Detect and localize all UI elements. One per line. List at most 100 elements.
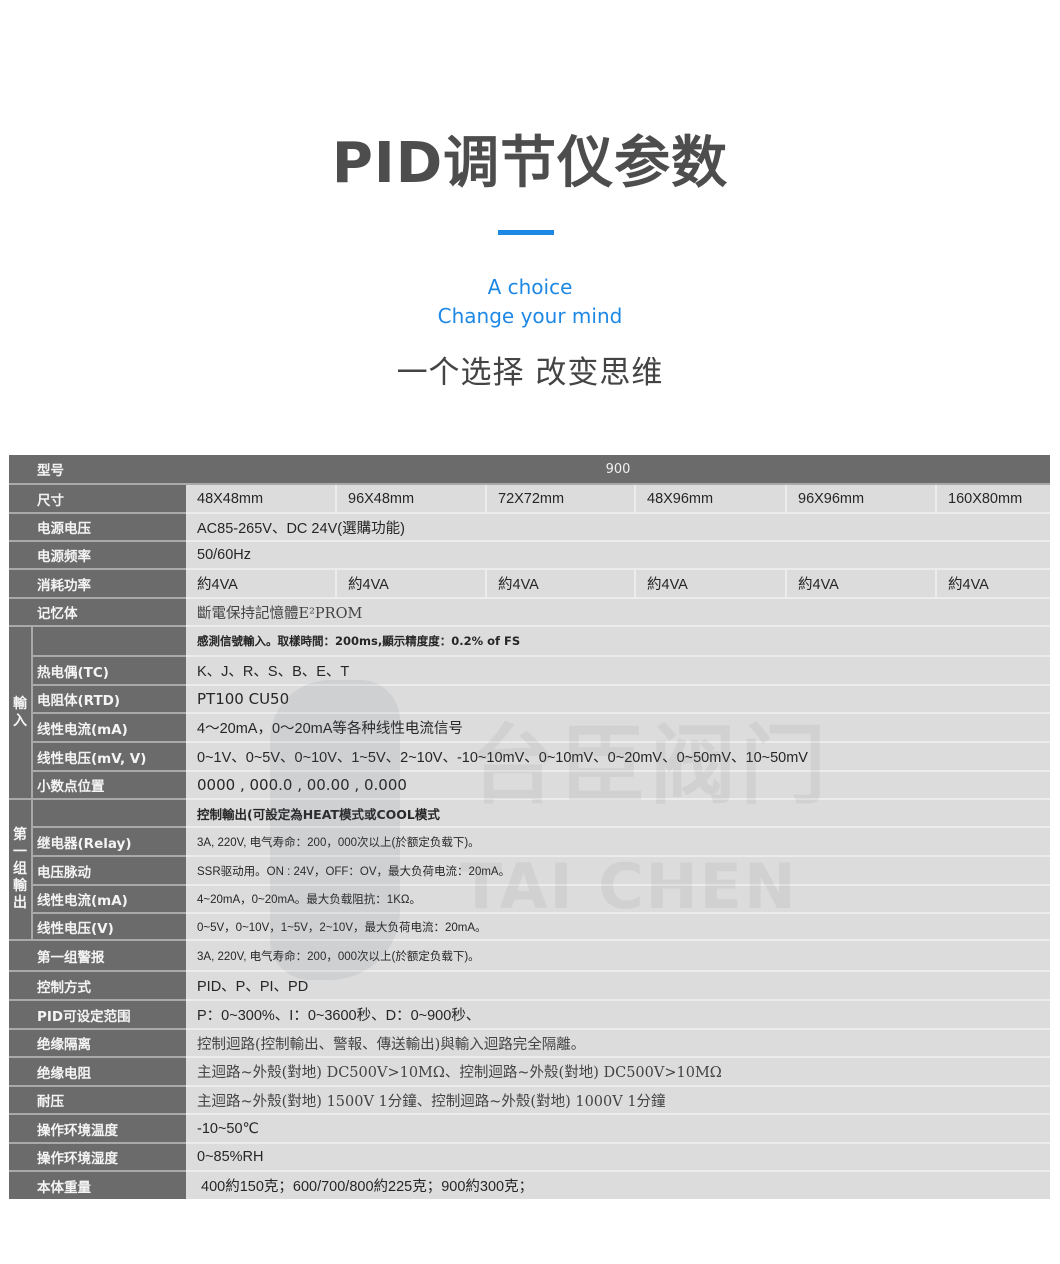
table-row-output: 电压脉动 SSR驱动用。ON : 24V，OFF：OV，最大负荷电流：20mA。 (9, 857, 1050, 886)
row-label: 尺寸 (9, 485, 186, 514)
table-row-input: 线性电流(mA) 4～20mA，0～20mA等各种线性电流信号 (9, 714, 1050, 743)
row-value: 4～20mA，0～20mA等各种线性电流信号 (186, 714, 1050, 743)
consumption-cell: 約4VA (948, 577, 989, 593)
row-label: 线性电压(mV, V) (33, 743, 186, 772)
row-value: 感測信號輸入。取樣時間：200ms,顯示精度度：0.2% of FS (186, 627, 1050, 657)
subtitle-en-line2: Change your mind (437, 304, 623, 328)
row-value: P：0~300%、I：0~3600秒、D：0~900秒、 (186, 1001, 1050, 1030)
value-text: PT100 CU50 (197, 690, 290, 708)
model-value: 900 (186, 455, 1050, 485)
value-text: PID、P、PI、PD (197, 979, 309, 995)
row-label: 型号 (9, 455, 186, 485)
size-cell: 96X48mm (337, 485, 487, 512)
value-text: 主迴路~外殼(對地) 1500V 1分鐘、控制迴路~外殼(對地) 1000V 1… (197, 1093, 666, 1110)
table-row-power-frequency: 电源频率 50/60Hz (9, 542, 1050, 570)
consumption-cell: 約4VA (787, 570, 937, 597)
table-row-weight: 本体重量 400約150克；600/700/800約225克；900約300克； (9, 1172, 1050, 1199)
table-row-insulation-resistance: 绝缘电阻 主迴路~外殼(對地) DC500V>10MΩ、控制迴路~外殼(對地) … (9, 1058, 1050, 1087)
value-text: 主迴路~外殼(對地) DC500V>10MΩ、控制迴路~外殼(對地) DC500… (197, 1065, 722, 1081)
subtitle-cn: 一个选择 改变思维 (396, 355, 664, 391)
row-value: 0~1V、0~5V、0~10V、1~5V、2~10V、-10~10mV、0~10… (186, 743, 1050, 772)
table-row-power-consumption: 消耗功率 約4VA 約4VA 約4VA 約4VA 約4VA 約4VA (9, 570, 1050, 599)
table-row-memory: 记忆体 斷電保持記憶體E²PROM (9, 599, 1050, 627)
consumption-cell: 約4VA (636, 570, 787, 597)
value-text: 0~85%RH (197, 1149, 264, 1165)
row-value: 400約150克；600/700/800約225克；900約300克； (186, 1172, 1050, 1199)
row-label-empty (33, 627, 186, 657)
table-row-operating-humidity: 操作环境湿度 0~85%RH (9, 1144, 1050, 1172)
row-value: 3A, 220V, 电气寿命：200，000次以上(於额定负载下)。 (186, 828, 1050, 857)
table-row-input: 热电偶(TC) K、J、R、S、B、E、T (9, 657, 1050, 686)
spec-table: 型号 900 尺寸 48X48mm 96X48mm 72X72mm 48X96m… (9, 455, 1050, 1199)
value-text: AC85-265V、DC 24V(選購功能) (197, 520, 405, 537)
consumption-cell: 約4VA (186, 570, 337, 597)
row-value: AC85-265V、DC 24V(選購功能) (186, 514, 1050, 542)
row-value: 主迴路~外殼(對地) DC500V>10MΩ、控制迴路~外殼(對地) DC500… (186, 1058, 1050, 1087)
row-value: SSR驱动用。ON : 24V，OFF：OV，最大负荷电流：20mA。 (186, 857, 1050, 886)
table-row-output-intro: 控制輸出(可設定為HEAT模式或COOL模式 (9, 800, 1050, 828)
table-row-pid-range: PID可设定范围 P：0~300%、I：0~3600秒、D：0~900秒、 (9, 1001, 1050, 1030)
value-text: 控制輸出(可設定為HEAT模式或COOL模式 (197, 806, 440, 822)
row-label: 电阻体(RTD) (33, 686, 186, 714)
row-value: 控制輸出(可設定為HEAT模式或COOL模式 (186, 800, 1050, 828)
accent-divider (498, 230, 554, 235)
row-values: 約4VA 約4VA 約4VA 約4VA 約4VA 約4VA (186, 570, 1050, 599)
row-value: PT100 CU50 (186, 686, 1050, 714)
row-label: 线性电流(mA) (33, 714, 186, 743)
size-cell: 96X96mm (787, 485, 937, 512)
value-text: 斷電保持記憶體E²PROM (197, 605, 363, 622)
value-text: 0~5V，0~10V，1~5V，2~10V，最大负荷电流：20mA。 (197, 921, 487, 934)
consumption-cell: 約4VA (337, 570, 487, 597)
page-title: PID调节仪参数 (331, 131, 729, 196)
row-label: 电源频率 (9, 542, 186, 570)
consumption-cell: 約4VA (487, 570, 636, 597)
table-row-input: 小数点位置 0000 , 000.0 , 00.00 , 0.000 (9, 772, 1050, 800)
table-row-input: 线性电压(mV, V) 0~1V、0~5V、0~10V、1~5V、2~10V、-… (9, 743, 1050, 772)
row-label: PID可设定范围 (9, 1001, 186, 1030)
row-value: PID、P、PI、PD (186, 972, 1050, 1001)
row-label: 操作环境湿度 (9, 1144, 186, 1172)
row-value: 4~20mA，0~20mA。最大负载阻抗：1KΩ。 (186, 886, 1050, 914)
value-text: 控制迴路(控制輸出、警報、傳送輸出)與輸入迴路完全隔離。 (197, 1036, 586, 1053)
row-label: 绝缘隔离 (9, 1030, 186, 1058)
size-cell: 48X48mm (186, 485, 337, 512)
row-value: 0~85%RH (186, 1144, 1050, 1172)
value-text: -10~50℃ (197, 1120, 259, 1137)
row-value: 3A, 220V, 电气寿命：200，000次以上(於额定负载下)。 (186, 941, 1050, 972)
row-label: 消耗功率 (9, 570, 186, 599)
row-label: 记忆体 (9, 599, 186, 627)
row-label: 操作环境温度 (9, 1115, 186, 1144)
size-cell: 72X72mm (487, 485, 636, 512)
table-row-size: 尺寸 48X48mm 96X48mm 72X72mm 48X96mm 96X96… (9, 485, 1050, 514)
value-text: SSR驱动用。ON : 24V，OFF：OV，最大负荷电流：20mA。 (197, 865, 511, 878)
row-value: K、J、R、S、B、E、T (186, 657, 1050, 686)
row-value: 控制迴路(控制輸出、警報、傳送輸出)與輸入迴路完全隔離。 (186, 1030, 1050, 1058)
row-label: 第一组警报 (9, 941, 186, 972)
value-text: 感測信號輸入。取樣時間：200ms,顯示精度度：0.2% of FS (197, 634, 521, 648)
table-row-input: 电阻体(RTD) PT100 CU50 (9, 686, 1050, 714)
size-cell: 48X96mm (636, 485, 787, 512)
table-row-operating-temperature: 操作环境温度 -10~50℃ (9, 1115, 1050, 1144)
value-text: 50/60Hz (197, 547, 252, 563)
row-label: 绝缘电阻 (9, 1058, 186, 1087)
row-label: 本体重量 (9, 1172, 186, 1199)
value-text: K、J、R、S、B、E、T (197, 664, 350, 680)
table-row-model: 型号 900 (9, 455, 1050, 485)
row-label: 小数点位置 (33, 772, 186, 800)
value-text: 4～20mA，0～20mA等各种线性电流信号 (197, 721, 463, 737)
table-row-isolation: 绝缘隔离 控制迴路(控制輸出、警報、傳送輸出)與輸入迴路完全隔離。 (9, 1030, 1050, 1058)
subtitle-en-line1: A choice (487, 275, 573, 299)
table-row-control-mode: 控制方式 PID、P、PI、PD (9, 972, 1050, 1001)
value-text: 3A, 220V, 电气寿命：200，000次以上(於额定负载下)。 (197, 836, 480, 849)
value-text: P：0~300%、I：0~3600秒、D：0~900秒、 (197, 1008, 481, 1024)
row-value: 主迴路~外殼(對地) 1500V 1分鐘、控制迴路~外殼(對地) 1000V 1… (186, 1087, 1050, 1115)
table-row-withstand-voltage: 耐压 主迴路~外殼(對地) 1500V 1分鐘、控制迴路~外殼(對地) 1000… (9, 1087, 1050, 1115)
row-label: 继电器(Relay) (33, 828, 186, 857)
row-label: 控制方式 (9, 972, 186, 1001)
row-label: 线性电压(V) (33, 914, 186, 941)
value-text: 4~20mA，0~20mA。最大负载阻抗：1KΩ。 (197, 894, 421, 906)
row-values: 48X48mm 96X48mm 72X72mm 48X96mm 96X96mm … (186, 485, 1050, 514)
size-cell: 160X80mm (948, 490, 1023, 507)
value-text: 0000 , 000.0 , 00.00 , 0.000 (197, 776, 407, 794)
table-row-alarm: 第一组警报 3A, 220V, 电气寿命：200，000次以上(於额定负载下)。 (9, 941, 1050, 972)
